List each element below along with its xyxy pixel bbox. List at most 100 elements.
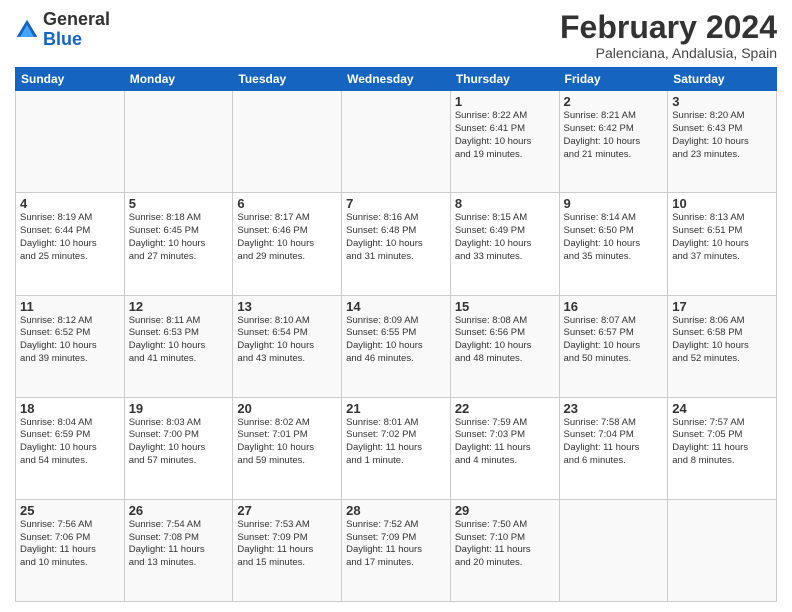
calendar-day-cell: 19Sunrise: 8:03 AM Sunset: 7:00 PM Dayli…: [124, 397, 233, 499]
day-info: Sunrise: 7:57 AM Sunset: 7:05 PM Dayligh…: [672, 417, 772, 468]
day-info: Sunrise: 8:16 AM Sunset: 6:48 PM Dayligh…: [346, 212, 446, 263]
day-number: 18: [20, 401, 120, 416]
calendar-day-cell: 15Sunrise: 8:08 AM Sunset: 6:56 PM Dayli…: [450, 295, 559, 397]
day-number: 29: [455, 503, 555, 518]
day-number: 5: [129, 196, 229, 211]
day-number: 4: [20, 196, 120, 211]
calendar-day-cell: 10Sunrise: 8:13 AM Sunset: 6:51 PM Dayli…: [668, 193, 777, 295]
calendar-day-cell: 23Sunrise: 7:58 AM Sunset: 7:04 PM Dayli…: [559, 397, 668, 499]
day-info: Sunrise: 8:07 AM Sunset: 6:57 PM Dayligh…: [564, 315, 664, 366]
day-number: 22: [455, 401, 555, 416]
calendar-day-header: Tuesday: [233, 68, 342, 91]
calendar-day-cell: 9Sunrise: 8:14 AM Sunset: 6:50 PM Daylig…: [559, 193, 668, 295]
day-number: 27: [237, 503, 337, 518]
calendar-day-header: Thursday: [450, 68, 559, 91]
day-number: 11: [20, 299, 120, 314]
day-info: Sunrise: 8:14 AM Sunset: 6:50 PM Dayligh…: [564, 212, 664, 263]
day-info: Sunrise: 8:21 AM Sunset: 6:42 PM Dayligh…: [564, 110, 664, 161]
calendar-day-cell: 26Sunrise: 7:54 AM Sunset: 7:08 PM Dayli…: [124, 499, 233, 601]
day-info: Sunrise: 8:18 AM Sunset: 6:45 PM Dayligh…: [129, 212, 229, 263]
day-info: Sunrise: 8:17 AM Sunset: 6:46 PM Dayligh…: [237, 212, 337, 263]
day-info: Sunrise: 8:22 AM Sunset: 6:41 PM Dayligh…: [455, 110, 555, 161]
calendar-day-cell: [668, 499, 777, 601]
day-info: Sunrise: 8:03 AM Sunset: 7:00 PM Dayligh…: [129, 417, 229, 468]
calendar-day-cell: [342, 91, 451, 193]
calendar-day-header: Wednesday: [342, 68, 451, 91]
calendar-header-row: SundayMondayTuesdayWednesdayThursdayFrid…: [16, 68, 777, 91]
day-info: Sunrise: 7:59 AM Sunset: 7:03 PM Dayligh…: [455, 417, 555, 468]
calendar-day-cell: 27Sunrise: 7:53 AM Sunset: 7:09 PM Dayli…: [233, 499, 342, 601]
calendar-location: Palenciana, Andalusia, Spain: [560, 45, 777, 61]
calendar-day-cell: [559, 499, 668, 601]
day-info: Sunrise: 7:53 AM Sunset: 7:09 PM Dayligh…: [237, 519, 337, 570]
calendar-day-cell: 24Sunrise: 7:57 AM Sunset: 7:05 PM Dayli…: [668, 397, 777, 499]
page-header: General Blue February 2024 Palenciana, A…: [15, 10, 777, 61]
day-number: 7: [346, 196, 446, 211]
day-info: Sunrise: 8:08 AM Sunset: 6:56 PM Dayligh…: [455, 315, 555, 366]
calendar-day-cell: 14Sunrise: 8:09 AM Sunset: 6:55 PM Dayli…: [342, 295, 451, 397]
day-number: 26: [129, 503, 229, 518]
calendar-week-row: 4Sunrise: 8:19 AM Sunset: 6:44 PM Daylig…: [16, 193, 777, 295]
calendar-day-cell: 7Sunrise: 8:16 AM Sunset: 6:48 PM Daylig…: [342, 193, 451, 295]
logo-text: General Blue: [43, 10, 110, 50]
day-number: 14: [346, 299, 446, 314]
day-info: Sunrise: 8:10 AM Sunset: 6:54 PM Dayligh…: [237, 315, 337, 366]
day-info: Sunrise: 8:02 AM Sunset: 7:01 PM Dayligh…: [237, 417, 337, 468]
calendar-day-cell: 4Sunrise: 8:19 AM Sunset: 6:44 PM Daylig…: [16, 193, 125, 295]
calendar-week-row: 1Sunrise: 8:22 AM Sunset: 6:41 PM Daylig…: [16, 91, 777, 193]
day-number: 24: [672, 401, 772, 416]
logo: General Blue: [15, 10, 110, 50]
day-number: 6: [237, 196, 337, 211]
calendar-day-cell: 17Sunrise: 8:06 AM Sunset: 6:58 PM Dayli…: [668, 295, 777, 397]
day-info: Sunrise: 8:09 AM Sunset: 6:55 PM Dayligh…: [346, 315, 446, 366]
calendar-day-cell: 3Sunrise: 8:20 AM Sunset: 6:43 PM Daylig…: [668, 91, 777, 193]
logo-icon: [15, 18, 39, 42]
day-number: 15: [455, 299, 555, 314]
day-number: 1: [455, 94, 555, 109]
calendar-day-header: Sunday: [16, 68, 125, 91]
day-info: Sunrise: 7:52 AM Sunset: 7:09 PM Dayligh…: [346, 519, 446, 570]
day-info: Sunrise: 8:19 AM Sunset: 6:44 PM Dayligh…: [20, 212, 120, 263]
day-info: Sunrise: 8:11 AM Sunset: 6:53 PM Dayligh…: [129, 315, 229, 366]
calendar-day-cell: 13Sunrise: 8:10 AM Sunset: 6:54 PM Dayli…: [233, 295, 342, 397]
calendar-day-header: Friday: [559, 68, 668, 91]
day-number: 16: [564, 299, 664, 314]
day-number: 10: [672, 196, 772, 211]
day-number: 20: [237, 401, 337, 416]
calendar-table: SundayMondayTuesdayWednesdayThursdayFrid…: [15, 67, 777, 602]
day-number: 19: [129, 401, 229, 416]
day-number: 3: [672, 94, 772, 109]
title-block: February 2024 Palenciana, Andalusia, Spa…: [560, 10, 777, 61]
day-info: Sunrise: 8:15 AM Sunset: 6:49 PM Dayligh…: [455, 212, 555, 263]
calendar-day-cell: 16Sunrise: 8:07 AM Sunset: 6:57 PM Dayli…: [559, 295, 668, 397]
calendar-day-header: Saturday: [668, 68, 777, 91]
calendar-day-cell: 11Sunrise: 8:12 AM Sunset: 6:52 PM Dayli…: [16, 295, 125, 397]
calendar-day-cell: 6Sunrise: 8:17 AM Sunset: 6:46 PM Daylig…: [233, 193, 342, 295]
day-number: 23: [564, 401, 664, 416]
day-number: 12: [129, 299, 229, 314]
calendar-day-cell: [124, 91, 233, 193]
calendar-day-cell: 25Sunrise: 7:56 AM Sunset: 7:06 PM Dayli…: [16, 499, 125, 601]
calendar-day-cell: [233, 91, 342, 193]
day-info: Sunrise: 8:04 AM Sunset: 6:59 PM Dayligh…: [20, 417, 120, 468]
day-number: 28: [346, 503, 446, 518]
day-info: Sunrise: 8:12 AM Sunset: 6:52 PM Dayligh…: [20, 315, 120, 366]
calendar-day-cell: 28Sunrise: 7:52 AM Sunset: 7:09 PM Dayli…: [342, 499, 451, 601]
calendar-day-cell: 21Sunrise: 8:01 AM Sunset: 7:02 PM Dayli…: [342, 397, 451, 499]
day-info: Sunrise: 7:54 AM Sunset: 7:08 PM Dayligh…: [129, 519, 229, 570]
calendar-week-row: 18Sunrise: 8:04 AM Sunset: 6:59 PM Dayli…: [16, 397, 777, 499]
calendar-page: General Blue February 2024 Palenciana, A…: [0, 0, 792, 612]
calendar-day-cell: 18Sunrise: 8:04 AM Sunset: 6:59 PM Dayli…: [16, 397, 125, 499]
day-info: Sunrise: 7:58 AM Sunset: 7:04 PM Dayligh…: [564, 417, 664, 468]
calendar-day-cell: [16, 91, 125, 193]
calendar-day-cell: 22Sunrise: 7:59 AM Sunset: 7:03 PM Dayli…: [450, 397, 559, 499]
calendar-day-cell: 5Sunrise: 8:18 AM Sunset: 6:45 PM Daylig…: [124, 193, 233, 295]
logo-blue: Blue: [43, 29, 82, 49]
day-info: Sunrise: 8:06 AM Sunset: 6:58 PM Dayligh…: [672, 315, 772, 366]
logo-general: General: [43, 9, 110, 29]
calendar-day-header: Monday: [124, 68, 233, 91]
calendar-week-row: 25Sunrise: 7:56 AM Sunset: 7:06 PM Dayli…: [16, 499, 777, 601]
day-number: 21: [346, 401, 446, 416]
calendar-day-cell: 20Sunrise: 8:02 AM Sunset: 7:01 PM Dayli…: [233, 397, 342, 499]
day-info: Sunrise: 7:56 AM Sunset: 7:06 PM Dayligh…: [20, 519, 120, 570]
